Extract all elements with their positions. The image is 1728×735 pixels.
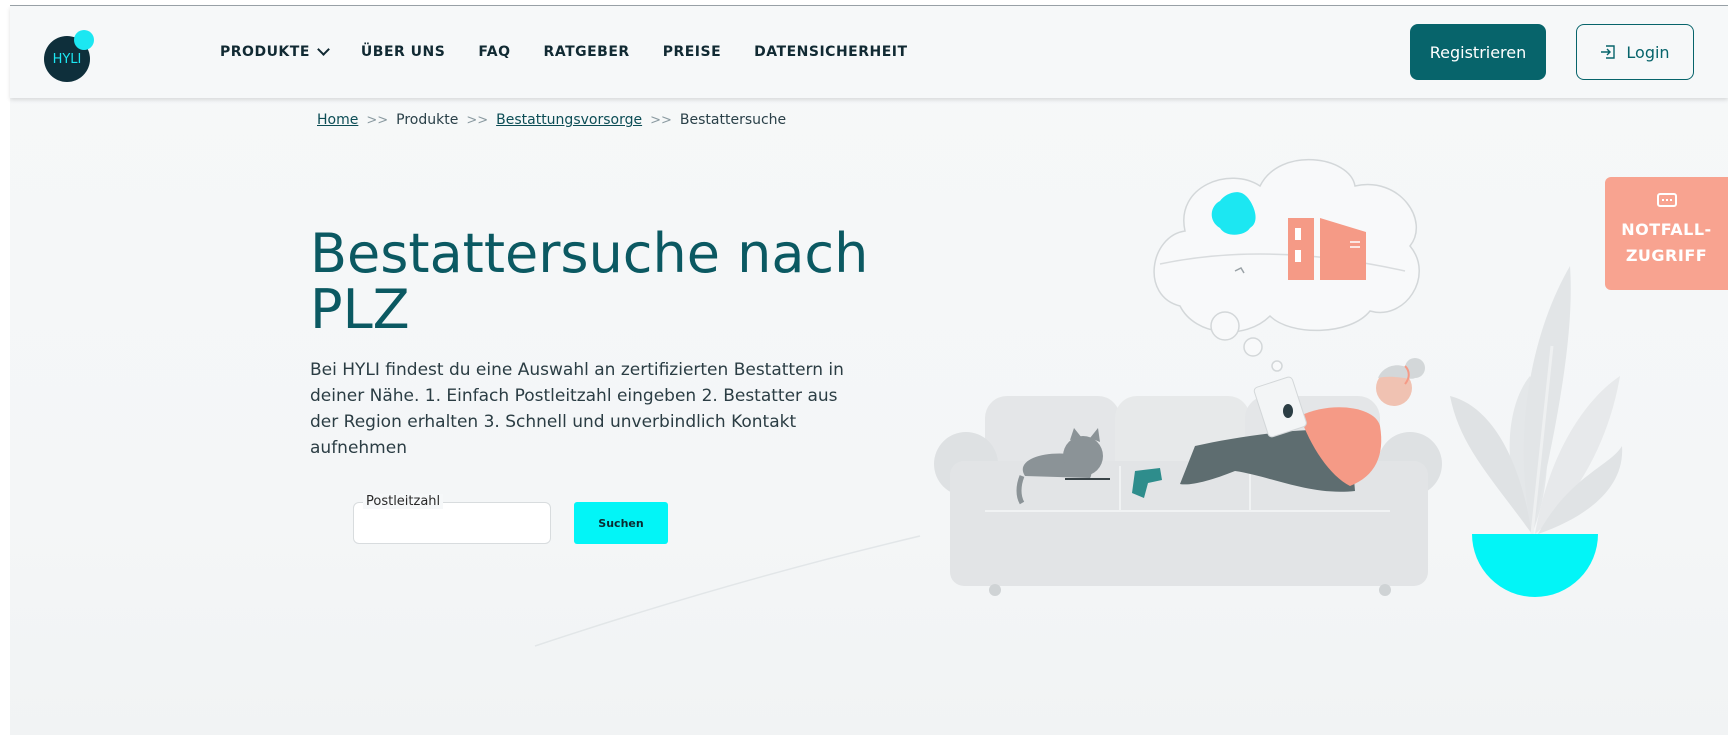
card-icon [1656, 193, 1677, 207]
hero-illustration [534, 158, 1623, 647]
emergency-access-button[interactable]: NOTFALL- ZUGRIFF [1605, 177, 1728, 290]
emergency-label-line2: ZUGRIFF [1625, 246, 1708, 265]
plant [1450, 266, 1623, 597]
decorative-curve [534, 535, 921, 647]
emergency-label-line1: NOTFALL- [1621, 220, 1712, 239]
thought-bubble [1153, 158, 1420, 372]
page: HYLI PRODUKTE ÜBER UNS FAQ RATGEBER PREI… [10, 5, 1728, 735]
